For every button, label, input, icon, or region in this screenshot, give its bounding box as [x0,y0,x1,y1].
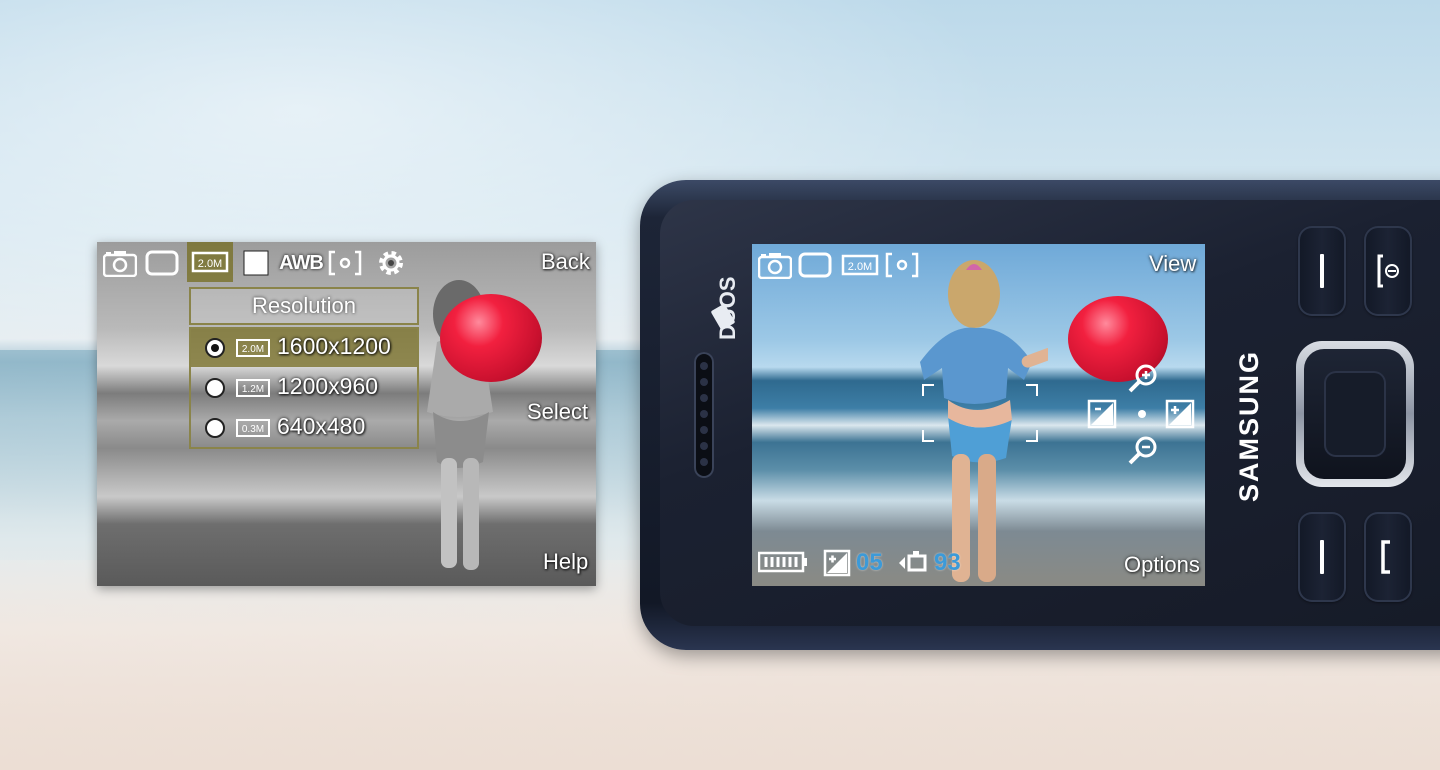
shots-remaining-icon [896,548,930,578]
svg-text:SAMSUNG: SAMSUNG [1234,350,1264,502]
radio-unselected[interactable] [205,378,225,398]
resolution-popup-title: Resolution [189,287,419,325]
select-softkey[interactable]: Select [527,399,588,425]
zoom-in-icon[interactable] [1126,362,1160,396]
camera-icon[interactable] [103,248,137,278]
resolution-option-1600x1200[interactable]: 2.0M 1600x1200 [191,329,417,367]
resolution-popup: Resolution 2.0M 1600x1200 1.2M 1200x960 … [189,287,419,449]
resolution-option-1200x960[interactable]: 1.2M 1200x960 [191,369,417,407]
resolution-option-label: 640x480 [277,413,366,439]
back-softkey[interactable]: Back [541,249,590,275]
white-square-icon[interactable] [241,248,271,278]
exposure-minus-icon[interactable] [1086,398,1118,430]
zoom-out-icon[interactable] [1126,434,1160,468]
resolution-2m-icon[interactable]: 2.0M [187,242,233,282]
resolution-option-640x480[interactable]: 0.3M 640x480 [191,409,417,447]
call-key-bracket-icon [1381,540,1390,574]
right-softkey-bottom[interactable] [1364,512,1412,602]
right-softkey-top[interactable] [1364,226,1412,316]
left-softkey-top[interactable] [1298,226,1346,316]
shots-remaining-text: 93 [934,549,961,576]
awb-icon[interactable]: AWB [279,248,324,278]
options-softkey[interactable]: Options [1124,552,1200,578]
samsung-logo: SAMSUNG [1234,350,1264,502]
help-softkey[interactable]: Help [543,549,588,575]
exposure-value-icon [822,548,852,578]
focus-mode-icon[interactable] [884,250,920,280]
center-dot-icon [1138,410,1146,418]
battery-icon [758,548,808,576]
radio-selected[interactable] [205,338,225,358]
resolution-option-label: 1600x1200 [277,333,391,359]
focus-mode-icon[interactable] [327,248,363,278]
settings-toolbar: 2.0M AWB Back [97,242,596,282]
resolution-option-label: 1200x960 [277,373,379,399]
navigation-dpad[interactable] [1296,341,1414,487]
duos-logo: DUOS [711,276,740,340]
red-balloon [440,294,542,382]
svg-text:2.0M: 2.0M [848,261,872,273]
end-call-icon [1377,254,1399,288]
single-shot-icon[interactable] [798,250,832,280]
camera-viewfinder-screen: 2.0M View 05 93 Options [752,244,1205,586]
awb-label: AWB [279,251,324,274]
girl-photo [920,260,1048,582]
resolution-badge-text: 2.0M [198,258,222,270]
left-softkey-bottom[interactable] [1298,512,1346,602]
svg-text:2.0M: 2.0M [242,344,264,355]
camera-settings-screen: 2.0M AWB Back Resolution 2.0M 1600x1200 … [97,242,596,586]
resolution-2m-icon: 2.0M [236,339,270,357]
settings-gear-icon[interactable] [375,247,407,279]
camera-icon[interactable] [758,250,792,280]
resolution-1-2m-icon: 1.2M [236,379,270,397]
exposure-plus-icon[interactable] [1164,398,1196,430]
resolution-0-3m-icon: 0.3M [236,419,270,437]
resolution-options-list: 2.0M 1600x1200 1.2M 1200x960 0.3M 640x48… [189,327,419,449]
exposure-value-text: 05 [856,549,883,576]
dpad-center-key[interactable] [1324,371,1386,457]
single-shot-icon[interactable] [145,248,179,278]
view-softkey[interactable]: View [1149,251,1196,277]
svg-text:1.2M: 1.2M [242,384,264,395]
svg-text:0.3M: 0.3M [242,424,264,435]
resolution-2m-icon[interactable]: 2.0M [840,250,880,280]
earpiece-speaker [694,352,714,478]
radio-unselected[interactable] [205,418,225,438]
